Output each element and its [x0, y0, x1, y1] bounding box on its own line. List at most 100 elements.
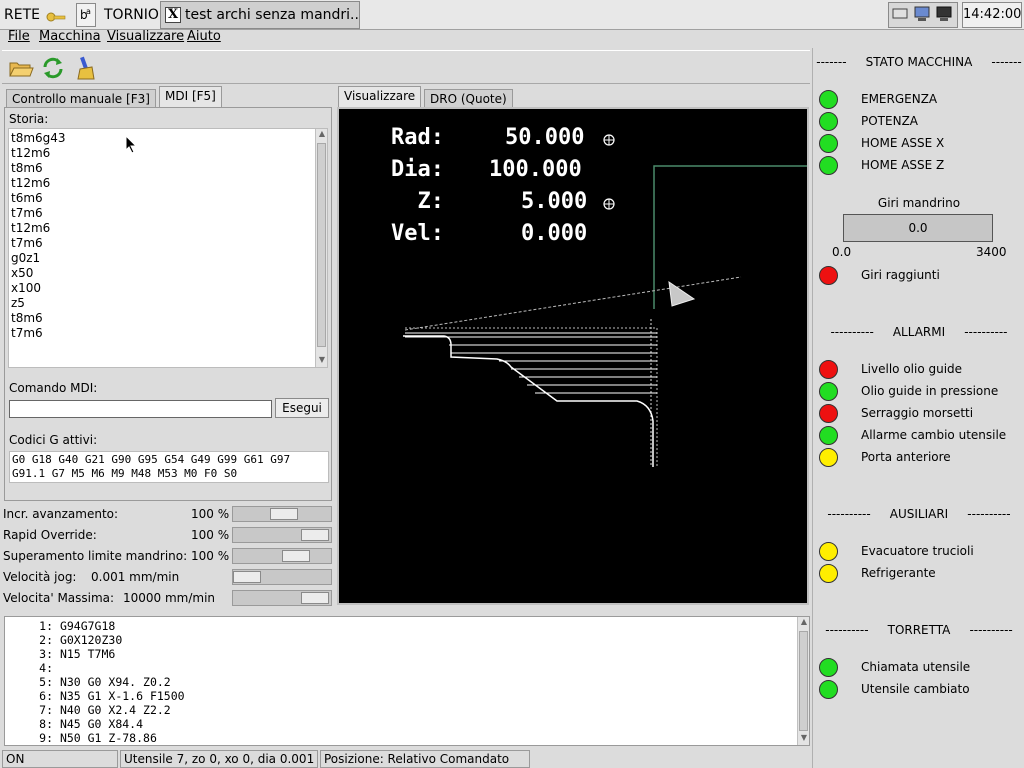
scroll-up-icon[interactable]: ▲: [799, 617, 809, 629]
aux-chip-conveyor: Evacuatore trucioli: [819, 542, 1019, 562]
program-line[interactable]: 1: G94G7G18: [5, 619, 115, 633]
slider-knob[interactable]: [301, 592, 329, 604]
menu-aiuto[interactable]: Aiuto: [187, 30, 221, 44]
led-indicator: [819, 564, 838, 583]
tab-dro[interactable]: DRO (Quote): [424, 89, 513, 109]
reload-icon[interactable]: [40, 55, 66, 81]
list-item[interactable]: t8m6g43: [11, 131, 66, 146]
led-indicator: [819, 426, 838, 445]
menu-visualizzare[interactable]: Visualizzare: [107, 30, 184, 44]
toolpath-preview[interactable]: Rad: 50.000 Dia: 100.000 Z: 5.000 Vel: 0.000: [337, 107, 809, 605]
x-window-icon: X: [165, 7, 181, 23]
execute-button[interactable]: Esegui: [275, 398, 329, 418]
list-item[interactable]: t7m6: [11, 206, 43, 221]
spindle-min-label: 0.0: [832, 245, 852, 259]
spindle-override-label: Superamento limite mandrino:: [3, 549, 188, 563]
program-line[interactable]: 3: N15 T7M6: [5, 647, 115, 661]
clipboard-icon[interactable]: ba: [76, 3, 96, 27]
led-indicator: [819, 266, 838, 285]
slider-knob[interactable]: [233, 571, 261, 583]
line-number: 9:: [39, 731, 53, 745]
led-label: HOME ASSE X: [861, 136, 945, 150]
taskbar-window-button[interactable]: X test archi senza mandri...: [160, 1, 360, 29]
app-launcher-tornio[interactable]: TORNIO: [104, 0, 159, 30]
key-icon[interactable]: [46, 6, 66, 22]
program-line[interactable]: 2: G0X120Z30: [5, 633, 122, 647]
mdi-panel: Storia: t8m6g43 t12m6 t8m6 t12m6 t6m6 t7…: [4, 107, 332, 501]
program-scrollbar[interactable]: ▲ ▼: [797, 617, 809, 745]
led-indicator: [819, 90, 838, 109]
list-item[interactable]: t7m6: [11, 326, 43, 341]
status-home-z: HOME ASSE Z: [819, 156, 1019, 176]
aux-coolant: Refrigerante: [819, 564, 1019, 584]
max-velocity-row: Velocita' Massima: 10000 mm/min: [3, 589, 333, 607]
max-velocity-slider[interactable]: [232, 590, 332, 606]
program-line[interactable]: 4:: [5, 661, 60, 675]
program-line[interactable]: 6: N35 G1 X-1.6 F1500: [5, 689, 185, 703]
led-indicator: [819, 658, 838, 677]
tab-manual-control[interactable]: Controllo manuale [F3]: [6, 89, 156, 109]
list-item[interactable]: t7m6: [11, 236, 43, 251]
machine-status-panel: ------- STATO MACCHINA ------- EMERGENZA…: [812, 48, 1024, 768]
list-item[interactable]: t12m6: [11, 176, 50, 191]
program-line[interactable]: 5: N30 G0 X94. Z0.2: [5, 675, 171, 689]
list-item[interactable]: x50: [11, 266, 33, 281]
list-item[interactable]: t8m6: [11, 311, 43, 326]
scroll-up-icon[interactable]: ▲: [317, 129, 327, 141]
slider-knob[interactable]: [282, 550, 310, 562]
scroll-thumb[interactable]: [317, 143, 326, 347]
slider-knob[interactable]: [270, 508, 298, 520]
program-line[interactable]: 9: N50 G1 Z-78.86: [5, 731, 157, 745]
auxiliary-header: ---------- AUSILIARI ----------: [827, 507, 1011, 521]
history-scrollbar[interactable]: ▲ ▼: [315, 129, 327, 367]
menubar: File Macchina Visualizzare Aiuto: [0, 30, 812, 48]
line-number: 5:: [39, 675, 53, 689]
list-item[interactable]: z5: [11, 296, 25, 311]
tab-mdi[interactable]: MDI [F5]: [159, 86, 222, 108]
gcodes-line-1: G0 G18 G40 G21 G90 G95 G54 G49 G99 G61 G…: [12, 453, 291, 466]
home-marker-icon: [603, 198, 615, 210]
clear-brush-icon[interactable]: [74, 55, 100, 81]
scroll-down-icon[interactable]: ▼: [799, 733, 809, 745]
feed-override-row: Incr. avanzamento: 100 %: [3, 505, 333, 523]
alarm-guide-oil-level: Livello olio guide: [819, 360, 1019, 380]
clock: 14:42:00: [962, 2, 1022, 28]
network-tray-icons[interactable]: [889, 3, 959, 27]
history-list[interactable]: t8m6g43 t12m6 t8m6 t12m6 t6m6 t7m6 t12m6…: [8, 128, 328, 368]
spindle-speed-label: Giri mandrino: [877, 196, 961, 210]
program-line[interactable]: 7: N40 G0 X2.4 Z2.2: [5, 703, 171, 717]
svg-text:a: a: [86, 7, 91, 16]
line-code: N35 G1 X-1.6 F1500: [59, 689, 185, 703]
scroll-thumb[interactable]: [799, 631, 808, 731]
program-line[interactable]: 8: N45 G0 X84.4: [5, 717, 143, 731]
alarms-header: ---------- ALLARMI ----------: [830, 325, 1008, 339]
program-listing[interactable]: 1: G94G7G18 2: G0X120Z30 3: N15 T7M6 4: …: [4, 616, 810, 746]
slider-knob[interactable]: [301, 529, 329, 541]
scroll-down-icon[interactable]: ▼: [317, 355, 327, 367]
line-number: 8:: [39, 717, 53, 731]
list-item[interactable]: x100: [11, 281, 41, 296]
list-item[interactable]: t6m6: [11, 191, 43, 206]
alarm-guide-oil-pressure: Olio guide in pressione: [819, 382, 1019, 402]
jog-speed-row: Velocità jog: 0.001 mm/min: [3, 568, 333, 586]
feed-override-slider[interactable]: [232, 506, 332, 522]
network-menu[interactable]: RETE: [4, 0, 40, 30]
list-item[interactable]: t12m6: [11, 221, 50, 236]
led-label: HOME ASSE Z: [861, 158, 945, 172]
list-item[interactable]: t8m6: [11, 161, 43, 176]
menu-macchina[interactable]: Macchina: [39, 30, 101, 44]
tab-visualize[interactable]: Visualizzare: [338, 86, 422, 108]
rapid-override-slider[interactable]: [232, 527, 332, 543]
jog-speed-slider[interactable]: [232, 569, 332, 585]
open-folder-icon[interactable]: [8, 55, 34, 81]
led-indicator: [819, 542, 838, 561]
list-item[interactable]: t12m6: [11, 146, 50, 161]
menu-file[interactable]: File: [8, 30, 30, 44]
list-item[interactable]: g0z1: [11, 251, 40, 266]
mdi-command-input[interactable]: [9, 400, 272, 418]
led-label: Porta anteriore: [861, 450, 951, 464]
spindle-override-slider[interactable]: [232, 548, 332, 564]
window-title: test archi senza mandri...: [185, 7, 360, 23]
status-speed-reached: Giri raggiunti: [819, 266, 1019, 286]
active-gcodes-label: Codici G attivi:: [9, 433, 98, 447]
